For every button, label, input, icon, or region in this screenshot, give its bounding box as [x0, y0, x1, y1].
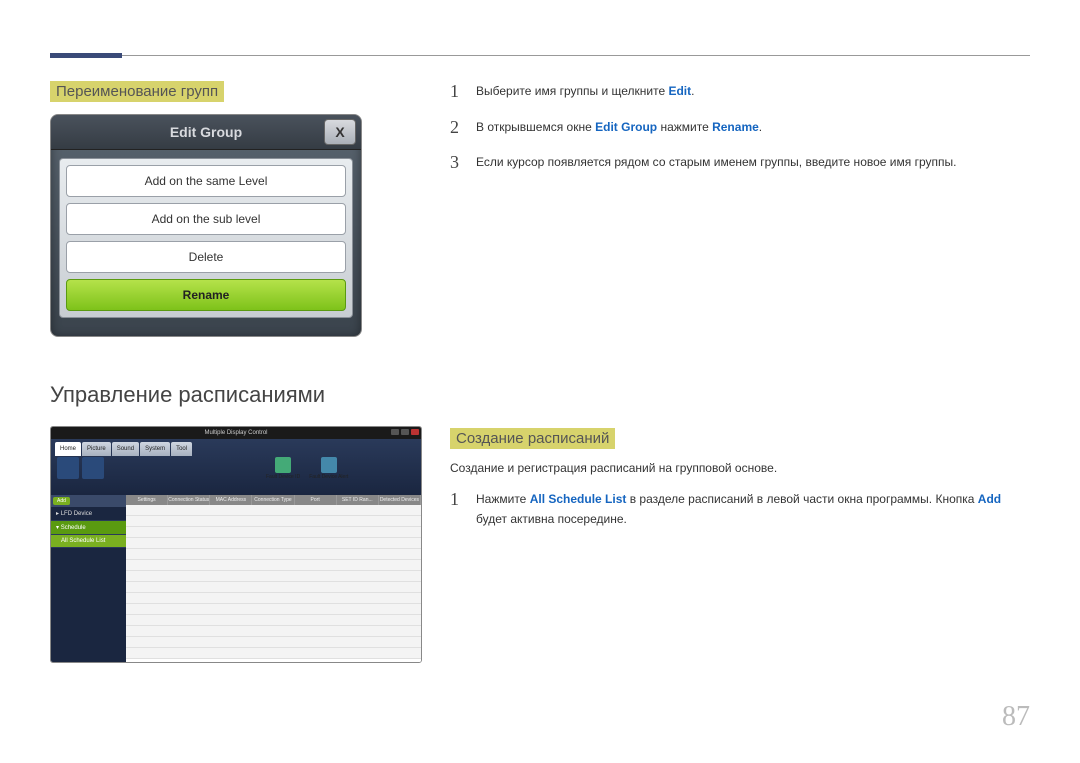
create-steps: 1 Нажмите All Schedule List в разделе ра… [450, 489, 1030, 530]
maximize-icon[interactable] [401, 429, 409, 435]
col-setid[interactable]: SET ID Ran... [337, 495, 379, 505]
close-icon: X [335, 124, 344, 140]
app-title: Multiple Display Control [204, 430, 267, 436]
sidebar-item-schedule[interactable]: ▾ Schedule [51, 521, 126, 535]
tab-sound[interactable]: Sound [112, 442, 139, 456]
sidebar-toolbar: Add [51, 495, 126, 507]
page-number: 87 [1002, 701, 1030, 733]
section-title-rename: Переименование групп [50, 81, 224, 102]
close-button[interactable]: X [324, 119, 356, 145]
tab-picture[interactable]: Picture [82, 442, 111, 456]
app-sidebar: Add ▸ LFD Device ▾ Schedule All Schedule… [51, 495, 126, 662]
table-row [126, 626, 421, 637]
col-detected[interactable]: Detected Devices [379, 495, 421, 505]
table-row [126, 505, 421, 516]
step-2: 2 В открывшемся окне Edit Group нажмите … [450, 117, 1030, 139]
table-row [126, 549, 421, 560]
table-row [126, 516, 421, 527]
table-row [126, 615, 421, 626]
app-ribbon: Home Picture Sound System Tool Fault Dev… [51, 439, 421, 495]
step-number: 2 [450, 117, 464, 139]
table-row [126, 527, 421, 538]
edit-group-titlebar: Edit Group X [51, 115, 361, 150]
grid-header: Settings Connection Status MAC Address C… [126, 495, 421, 505]
col-conn-type[interactable]: Connection Type [252, 495, 294, 505]
fault-device-id-label: Fault Device ID [266, 474, 300, 480]
fault-device-alert-icon[interactable] [321, 457, 337, 473]
ribbon-button-1[interactable] [57, 457, 79, 479]
app-titlebar: Multiple Display Control [51, 427, 421, 439]
section-title-create: Создание расписаний [450, 428, 615, 449]
grid-rows [126, 505, 421, 659]
add-same-level-button[interactable]: Add on the same Level [66, 165, 346, 197]
step-number: 1 [450, 81, 464, 103]
table-row [126, 560, 421, 571]
tab-system[interactable]: System [140, 442, 170, 456]
sidebar-add-button[interactable]: Add [53, 497, 70, 505]
app-grid: Settings Connection Status MAC Address C… [126, 495, 421, 662]
app-screenshot: Multiple Display Control Home Picture So… [50, 426, 422, 663]
delete-button[interactable]: Delete [66, 241, 346, 273]
highlight-all-schedule: All Schedule List [530, 492, 627, 506]
col-mac[interactable]: MAC Address [210, 495, 252, 505]
table-row [126, 571, 421, 582]
window-buttons [391, 429, 419, 435]
table-row [126, 593, 421, 604]
highlight-edit: Edit [668, 84, 691, 98]
step-number: 1 [450, 489, 464, 530]
fault-device-alert-label: Fault Device Alert [309, 474, 348, 480]
table-row [126, 648, 421, 659]
step-number: 3 [450, 152, 464, 174]
table-row [126, 637, 421, 648]
table-row [126, 582, 421, 593]
step-3: 3 Если курсор появляется рядом со старым… [450, 152, 1030, 174]
fault-device-id-icon[interactable] [275, 457, 291, 473]
edit-group-body: Add on the same Level Add on the sub lev… [59, 158, 353, 318]
col-port[interactable]: Port [295, 495, 337, 505]
highlight-edit-group: Edit Group [595, 120, 657, 134]
table-row [126, 604, 421, 615]
step-text: Выберите имя группы и щелкните Edit. [476, 81, 694, 103]
rename-steps: 1 Выберите имя группы и щелкните Edit. 2… [450, 81, 1030, 174]
edit-group-dialog: Edit Group X Add on the same Level Add o… [50, 114, 362, 337]
heading-schedule-management: Управление расписаниями [50, 382, 420, 408]
close-icon[interactable] [411, 429, 419, 435]
sidebar-item-all-schedule[interactable]: All Schedule List [51, 535, 126, 548]
table-row [126, 538, 421, 549]
edit-group-title: Edit Group [170, 124, 242, 140]
add-sub-level-button[interactable]: Add on the sub level [66, 203, 346, 235]
step-text: В открывшемся окне Edit Group нажмите Re… [476, 117, 762, 139]
highlight-add: Add [978, 492, 1001, 506]
step-text: Если курсор появляется рядом со старым и… [476, 152, 956, 174]
col-conn-status[interactable]: Connection Status [168, 495, 210, 505]
step-text: Нажмите All Schedule List в разделе расп… [476, 489, 1030, 530]
step-1: 1 Нажмите All Schedule List в разделе ра… [450, 489, 1030, 530]
tab-home[interactable]: Home [55, 442, 81, 456]
rename-button[interactable]: Rename [66, 279, 346, 311]
header-rule [50, 55, 1030, 56]
sidebar-item-lfd[interactable]: ▸ LFD Device [51, 507, 126, 521]
col-settings[interactable]: Settings [126, 495, 168, 505]
ribbon-button-2[interactable] [82, 457, 104, 479]
step-1: 1 Выберите имя группы и щелкните Edit. [450, 81, 1030, 103]
highlight-rename: Rename [712, 120, 759, 134]
tab-tool[interactable]: Tool [171, 442, 192, 456]
minimize-icon[interactable] [391, 429, 399, 435]
section2-description: Создание и регистрация расписаний на гру… [450, 461, 1030, 475]
